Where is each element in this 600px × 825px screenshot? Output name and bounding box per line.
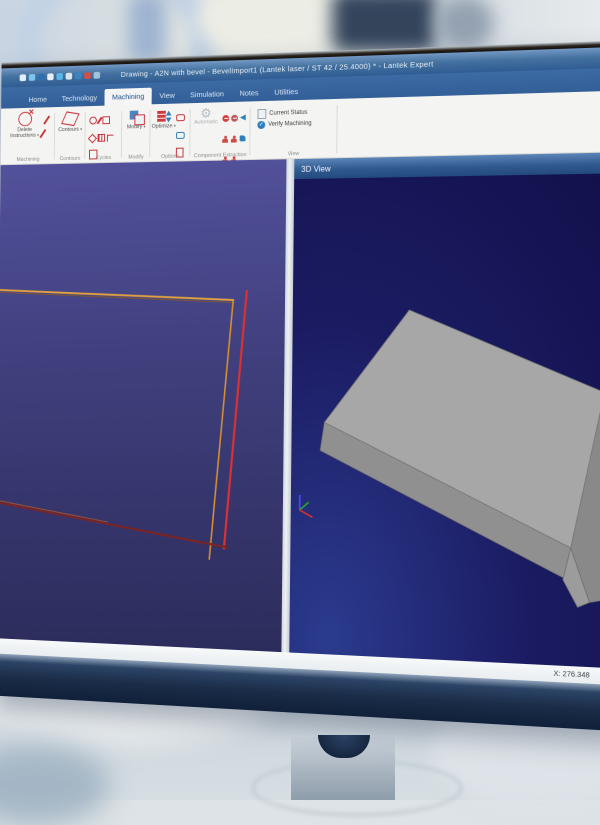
grid-cycle-icon[interactable] (98, 134, 106, 142)
ribbon-group-options: Optimize Options (151, 105, 190, 161)
approve-icon[interactable] (240, 135, 246, 141)
diamond-cycle-icon[interactable] (88, 134, 97, 144)
group-label: Modify (123, 154, 150, 160)
component-icon[interactable] (231, 135, 237, 142)
blurred-object (332, 0, 436, 52)
remove-icon[interactable] (222, 115, 229, 122)
verify-check-icon: ✓ (257, 121, 265, 129)
tab-utilities[interactable]: Utilities (266, 83, 306, 101)
drawing-2d-geometry (0, 159, 286, 652)
tab-view[interactable]: View (152, 87, 183, 105)
ribbon-group-cycles: Cycles (86, 107, 121, 162)
group-label: Contours (56, 156, 85, 162)
group-label: View (251, 150, 336, 158)
comment-bubble-icon[interactable] (176, 132, 185, 139)
corner-cycle-icon[interactable] (107, 135, 114, 142)
circle-cycle-icon[interactable] (89, 117, 97, 125)
note-bubble-icon[interactable] (176, 114, 185, 121)
delete-instructions-icon (18, 112, 32, 127)
optimize-button[interactable]: Optimize (151, 108, 176, 130)
group-label: Cycles (86, 155, 121, 162)
ribbon-group-view: Current Status ✓ Verify Machining View (251, 101, 337, 159)
automatic-button[interactable]: ⚙ Automatic (191, 106, 220, 126)
status-icon (257, 109, 266, 119)
tab-technology[interactable]: Technology (54, 89, 104, 107)
contours-icon (61, 111, 80, 126)
view-3d-title: 3D View (301, 164, 331, 174)
contours-button[interactable]: Contours (56, 110, 85, 133)
modify-button[interactable]: Modify (123, 109, 150, 131)
ribbon-group-machining: Delete Instructions Machining (2, 109, 54, 164)
monitor-screen: Drawing - A2N with bevel - BevelImport1 … (0, 40, 600, 731)
ribbon-group-contours: Contours Contours (56, 108, 85, 163)
modify-icon (129, 110, 143, 123)
cut-line-icon[interactable] (43, 115, 49, 124)
view-3d-pane: 3D View (289, 152, 600, 669)
sheet-3d-model (289, 173, 600, 669)
blurred-object (128, 0, 166, 62)
group-separator (336, 105, 338, 153)
axis-gizmo (300, 495, 313, 517)
ribbon-group-modify: Modify Modify (123, 106, 150, 161)
group-label: Options (151, 153, 189, 160)
tab-simulation[interactable]: Simulation (182, 85, 231, 103)
drawing-2d-pane[interactable] (0, 159, 286, 652)
tab-home[interactable]: Home (21, 91, 54, 108)
square-cycle-icon[interactable] (102, 116, 110, 124)
tab-notes[interactable]: Notes (232, 84, 267, 102)
current-status-button[interactable]: Current Status (257, 108, 311, 119)
component-icon[interactable] (222, 136, 228, 143)
group-label: Component Extraction (191, 152, 249, 159)
tab-machining[interactable]: Machining (104, 88, 151, 106)
optimize-icon (157, 110, 171, 123)
cursor-coordinates: X: 276.348 (553, 670, 589, 679)
delete-instructions-button[interactable]: Delete Instructions (6, 111, 43, 139)
workspace: 3D View (0, 152, 600, 669)
group-label: Machining (2, 156, 53, 163)
view-3d-viewport[interactable] (289, 173, 600, 669)
remove-all-icon[interactable] (231, 115, 238, 122)
view-buttons: Current Status ✓ Verify Machining (257, 106, 312, 131)
gear-icon: ⚙ (192, 106, 221, 120)
apply-arrow-icon[interactable] (240, 114, 246, 120)
ribbon-group-component-extraction: ⚙ Automatic Component Extraction (191, 103, 250, 160)
verify-machining-button[interactable]: ✓ Verify Machining (257, 120, 311, 129)
